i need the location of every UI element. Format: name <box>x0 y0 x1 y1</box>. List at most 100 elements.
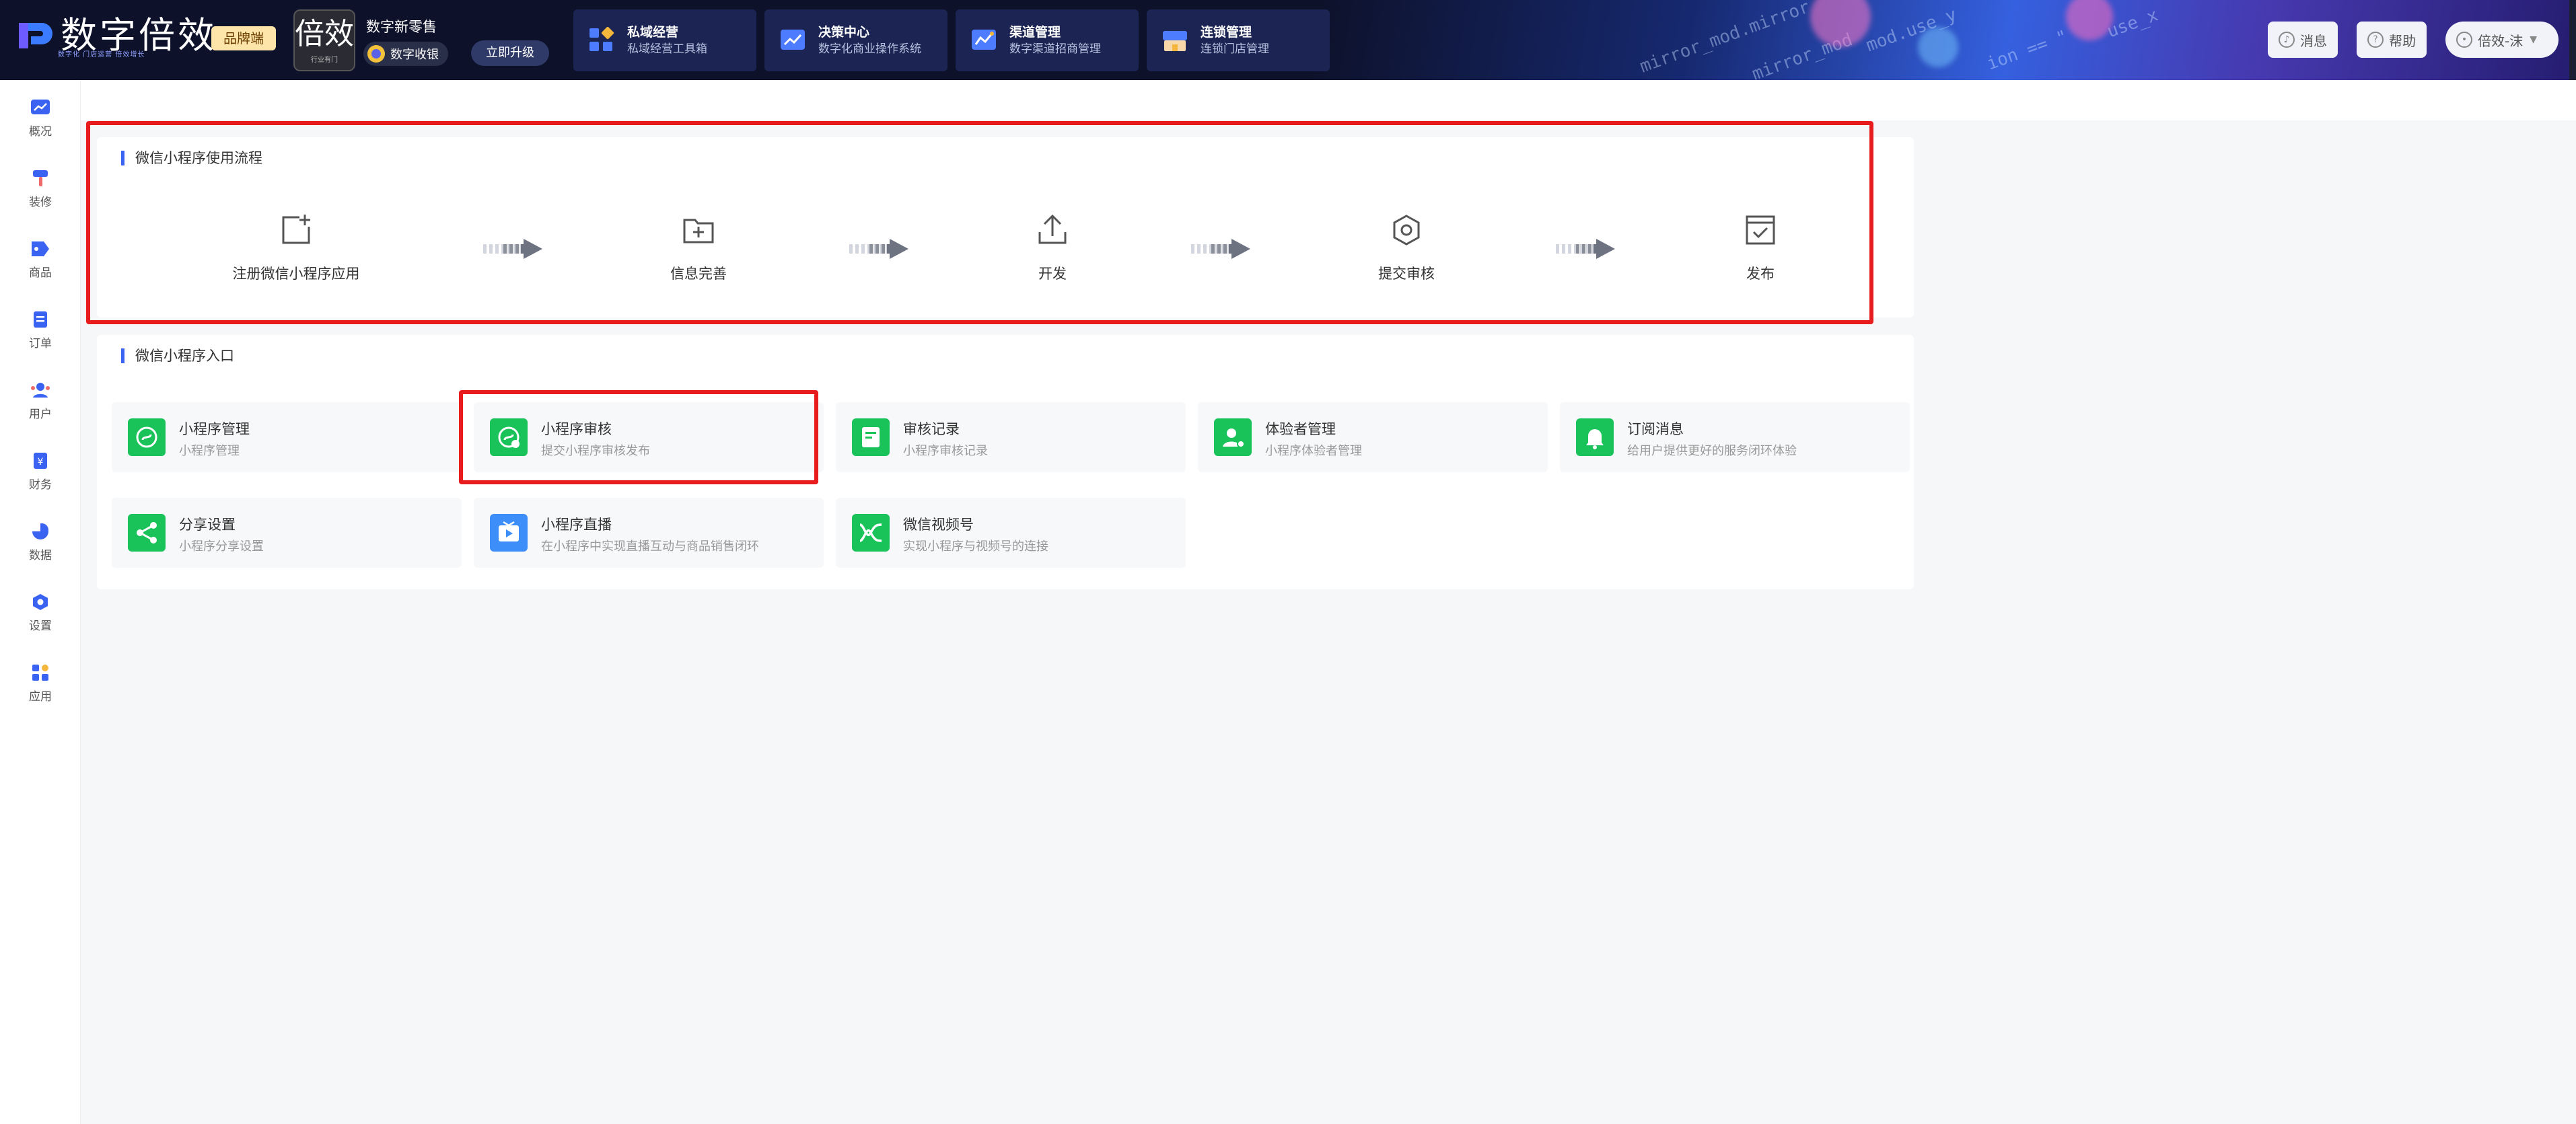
channel-chart-icon <box>970 27 997 54</box>
entry-subtitle: 小程序审核记录 <box>903 444 988 458</box>
brand-badge: 品牌端 <box>211 26 276 50</box>
message-button[interactable]: ♪ 消息 <box>2268 22 2338 58</box>
entry-tester-management[interactable]: 体验者管理 小程序体验者管理 <box>1198 402 1548 472</box>
window-scrollbar[interactable] <box>2569 0 2576 80</box>
flow-step-label: 发布 <box>1746 266 1775 282</box>
entry-review-records[interactable]: 审核记录 小程序审核记录 <box>836 402 1186 472</box>
live-icon <box>490 514 528 552</box>
nav-channel-management[interactable]: 渠道管理数字渠道招商管理 <box>956 9 1139 71</box>
entry-title: 小程序管理 <box>179 421 250 437</box>
upgrade-button[interactable]: 立即升级 <box>471 40 549 66</box>
nav-decision-center[interactable]: 决策中心数字化商业操作系统 <box>764 9 947 71</box>
users-icon <box>30 381 50 399</box>
entry-miniprogram-management[interactable]: 小程序管理 小程序管理 <box>112 402 462 472</box>
nav-title: 连锁管理 <box>1201 25 1252 40</box>
entry-subtitle: 小程序管理 <box>179 444 240 458</box>
sidebar-label: 商品 <box>29 266 52 280</box>
upload-icon <box>1034 212 1071 248</box>
chevron-down-icon: ▼ <box>2530 34 2537 45</box>
shield-icon <box>367 45 385 63</box>
flow-title: 微信小程序使用流程 <box>121 151 262 165</box>
entry-miniprogram-review[interactable]: 小程序审核 提交小程序审核发布 <box>474 402 824 472</box>
decor-code-text: ion == " <box>1984 26 2071 75</box>
sidebar-label: 用户 <box>29 408 52 421</box>
sidebar-item-decoration[interactable]: 装修 <box>0 160 81 214</box>
miniprogram-icon <box>128 418 166 456</box>
brush-icon <box>30 170 50 187</box>
store-avatar[interactable]: 倍效 行业有门 <box>293 9 355 71</box>
cash-register-chip[interactable]: 数字收银 <box>363 42 448 66</box>
record-icon <box>852 418 890 456</box>
user-menu-button[interactable]: • 倍效-沫 ▼ <box>2445 22 2559 58</box>
sidebar-item-orders[interactable]: 订单 <box>0 301 81 355</box>
svg-text:¥: ¥ <box>38 457 44 467</box>
sidebar-label: 订单 <box>29 337 52 350</box>
help-label: 帮助 <box>2389 32 2416 49</box>
sidebar-label: 应用 <box>29 690 52 704</box>
sidebar-item-apps[interactable]: 应用 <box>0 654 81 708</box>
entry-share-settings[interactable]: 分享设置 小程序分享设置 <box>112 498 462 568</box>
sidebar-item-products[interactable]: 商品 <box>0 231 81 285</box>
flow-arrow <box>1556 239 1623 259</box>
nav-chain-management[interactable]: 连锁管理连锁门店管理 <box>1147 9 1330 71</box>
entry-subtitle: 小程序分享设置 <box>179 539 264 554</box>
chart-trend-icon <box>779 27 806 54</box>
flow-step-label: 信息完善 <box>670 266 727 282</box>
nav-subtitle: 私域经营工具箱 <box>627 42 707 56</box>
flow-step-publish: 发布 <box>1659 212 1861 283</box>
entry-title: 订阅消息 <box>1627 421 1684 437</box>
entry-subscription-messages[interactable]: 订阅消息 给用户提供更好的服务闭环体验 <box>1560 402 1910 472</box>
entry-miniprogram-live[interactable]: 小程序直播 在小程序中实现直播互动与商品销售闭环 <box>474 498 824 568</box>
flow-step-develop: 开发 <box>952 212 1153 283</box>
nav-title: 渠道管理 <box>1009 25 1061 40</box>
nav-private-domain[interactable]: 私域经营私域经营工具箱 <box>573 9 756 71</box>
decor-blob <box>2066 0 2113 40</box>
sidebar-label: 数据 <box>29 549 52 562</box>
flow-arrow <box>849 239 917 259</box>
flow-step-label: 注册微信小程序应用 <box>232 266 360 282</box>
nav-title: 私域经营 <box>627 25 679 40</box>
flow-step-label: 提交审核 <box>1378 266 1435 282</box>
logo-subtitle: 数字化 门店运营 倍效增长 <box>58 51 145 59</box>
entry-subtitle: 实现小程序与视频号的连接 <box>903 539 1048 554</box>
sidebar: 概况 装修 商品 订单 用户 ¥ 财务 数据 设置 应用 <box>0 80 81 1124</box>
folder-plus-icon <box>680 212 717 248</box>
bell-icon <box>1576 418 1614 456</box>
entry-title: 审核记录 <box>903 421 960 437</box>
sidebar-item-settings[interactable]: 设置 <box>0 584 81 638</box>
sidebar-item-users[interactable]: 用户 <box>0 372 81 426</box>
share-icon <box>128 514 166 552</box>
sidebar-item-data[interactable]: 数据 <box>0 513 81 567</box>
sidebar-label: 概况 <box>29 125 52 139</box>
entry-subtitle: 给用户提供更好的服务闭环体验 <box>1627 444 1797 458</box>
sidebar-item-overview[interactable]: 概况 <box>0 89 81 143</box>
user-name: 倍效-沫 <box>2478 32 2524 49</box>
entry-subtitle: 小程序体验者管理 <box>1265 444 1362 458</box>
store-name: 数字新零售 <box>366 19 437 35</box>
channels-icon <box>852 514 890 552</box>
entry-title: 微信小程序入口 <box>121 348 234 363</box>
finance-icon: ¥ <box>30 452 50 470</box>
entry-wechat-channels[interactable]: 微信视频号 实现小程序与视频号的连接 <box>836 498 1186 568</box>
content-header-strip <box>81 80 2576 120</box>
sidebar-item-finance[interactable]: ¥ 财务 <box>0 443 81 496</box>
entry-subtitle: 在小程序中实现直播互动与商品销售闭环 <box>541 539 759 554</box>
flow-step-info: 信息完善 <box>598 212 799 283</box>
user-icon: • <box>2456 32 2472 48</box>
message-label: 消息 <box>2300 32 2327 49</box>
nav-subtitle: 数字渠道招商管理 <box>1009 42 1101 56</box>
top-navbar: mirror_mod.mirror mod.use_y mirror_mod i… <box>0 0 2576 80</box>
flow-step-submit: 提交审核 <box>1305 212 1507 283</box>
nav-title: 决策中心 <box>818 25 870 40</box>
nav-subtitle: 数字化商业操作系统 <box>818 42 921 56</box>
flow-arrow <box>483 239 550 259</box>
order-icon <box>30 311 50 328</box>
nav-subtitle: 连锁门店管理 <box>1201 42 1269 56</box>
logo-mark-icon <box>16 17 55 54</box>
gear-icon <box>30 593 50 611</box>
help-button[interactable]: ? 帮助 <box>2357 22 2427 58</box>
flow-step-label: 开发 <box>1038 266 1067 282</box>
settings-icon <box>1388 212 1425 248</box>
entry-title: 小程序审核 <box>541 421 612 437</box>
flow-arrow <box>1191 239 1258 259</box>
